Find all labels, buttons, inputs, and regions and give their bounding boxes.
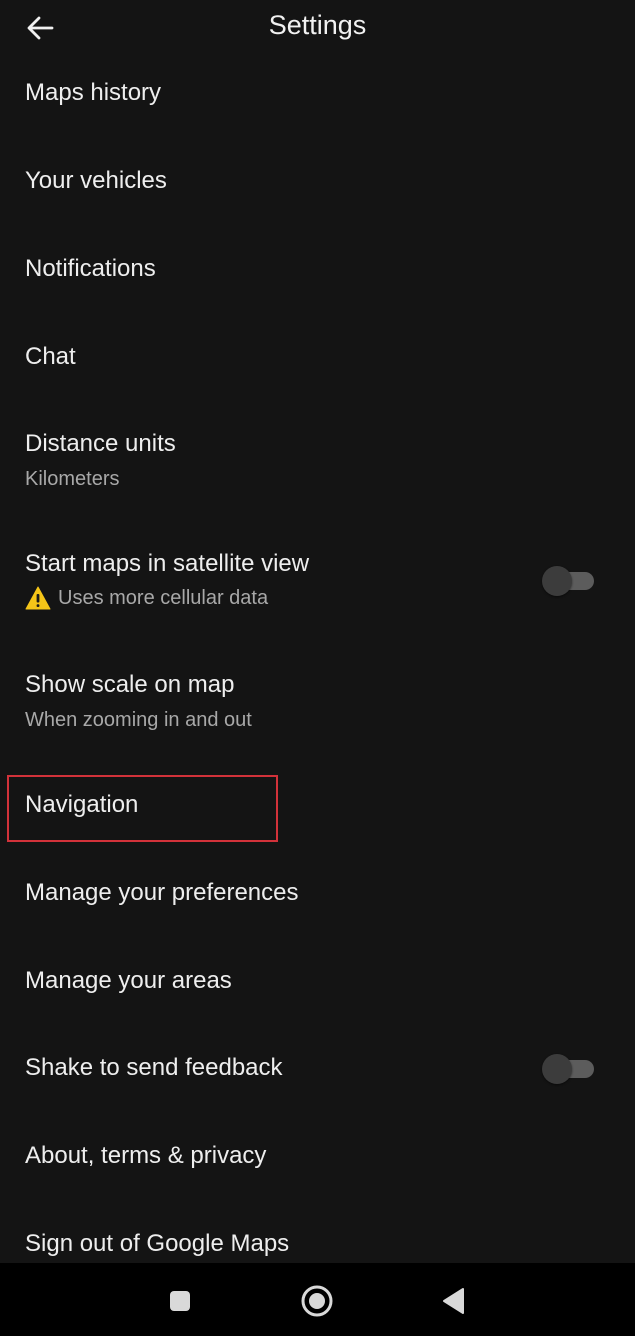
- settings-item-notifications[interactable]: Notifications: [0, 246, 635, 306]
- settings-item-satellite-view[interactable]: Start maps in satellite view Uses more c…: [0, 541, 635, 631]
- settings-item-manage-areas[interactable]: Manage your areas: [0, 958, 635, 1018]
- toggle-thumb: [542, 566, 572, 596]
- recents-button[interactable]: [160, 1281, 200, 1321]
- triangle-back-icon: [443, 1288, 464, 1314]
- settings-item-sign-out[interactable]: Sign out of Google Maps: [0, 1221, 635, 1263]
- settings-item-label: Sign out of Google Maps: [25, 1230, 290, 1257]
- settings-item-label: Notifications: [25, 255, 156, 282]
- settings-item-label: About, terms & privacy: [25, 1142, 267, 1169]
- settings-item-label: Shake to send feedback: [25, 1054, 283, 1081]
- app-bar: Settings: [0, 0, 635, 60]
- settings-item-label: Navigation: [25, 791, 139, 818]
- settings-item-label: Chat: [25, 343, 76, 370]
- satellite-view-toggle[interactable]: [542, 566, 596, 596]
- settings-item-maps-history[interactable]: Maps history: [0, 70, 635, 130]
- settings-item-label: Show scale on map: [25, 671, 235, 698]
- settings-item-chat[interactable]: Chat: [0, 334, 635, 394]
- warning-icon: [25, 586, 51, 610]
- settings-item-distance-units[interactable]: Distance units Kilometers: [0, 421, 635, 511]
- settings-item-shake-feedback[interactable]: Shake to send feedback: [0, 1045, 635, 1105]
- system-back-button[interactable]: [434, 1281, 474, 1321]
- settings-item-label: Start maps in satellite view: [25, 550, 310, 577]
- settings-item-label: Maps history: [25, 79, 162, 106]
- show-scale-subtext: When zooming in and out: [25, 709, 252, 731]
- toggle-thumb: [542, 1054, 572, 1084]
- settings-item-manage-preferences[interactable]: Manage your preferences: [0, 870, 635, 930]
- settings-item-navigation[interactable]: Navigation: [0, 782, 635, 842]
- distance-units-value: Kilometers: [25, 468, 120, 490]
- settings-item-show-scale[interactable]: Show scale on map When zooming in and ou…: [0, 662, 635, 752]
- system-nav-bar: [0, 1263, 635, 1336]
- settings-item-your-vehicles[interactable]: Your vehicles: [0, 158, 635, 218]
- satellite-view-subtext: Uses more cellular data: [58, 586, 269, 609]
- settings-item-label: Manage your preferences: [25, 879, 299, 906]
- square-icon: [170, 1291, 190, 1311]
- settings-item-label: Your vehicles: [25, 167, 167, 194]
- settings-item-about[interactable]: About, terms & privacy: [0, 1133, 635, 1193]
- page-title: Settings: [268, 10, 367, 40]
- satellite-warning: Uses more cellular data: [25, 586, 268, 610]
- settings-item-label: Manage your areas: [25, 967, 232, 994]
- circle-home-icon: [301, 1285, 333, 1317]
- settings-item-label: Distance units: [25, 430, 176, 457]
- home-button[interactable]: [297, 1281, 337, 1321]
- shake-feedback-toggle[interactable]: [542, 1054, 596, 1084]
